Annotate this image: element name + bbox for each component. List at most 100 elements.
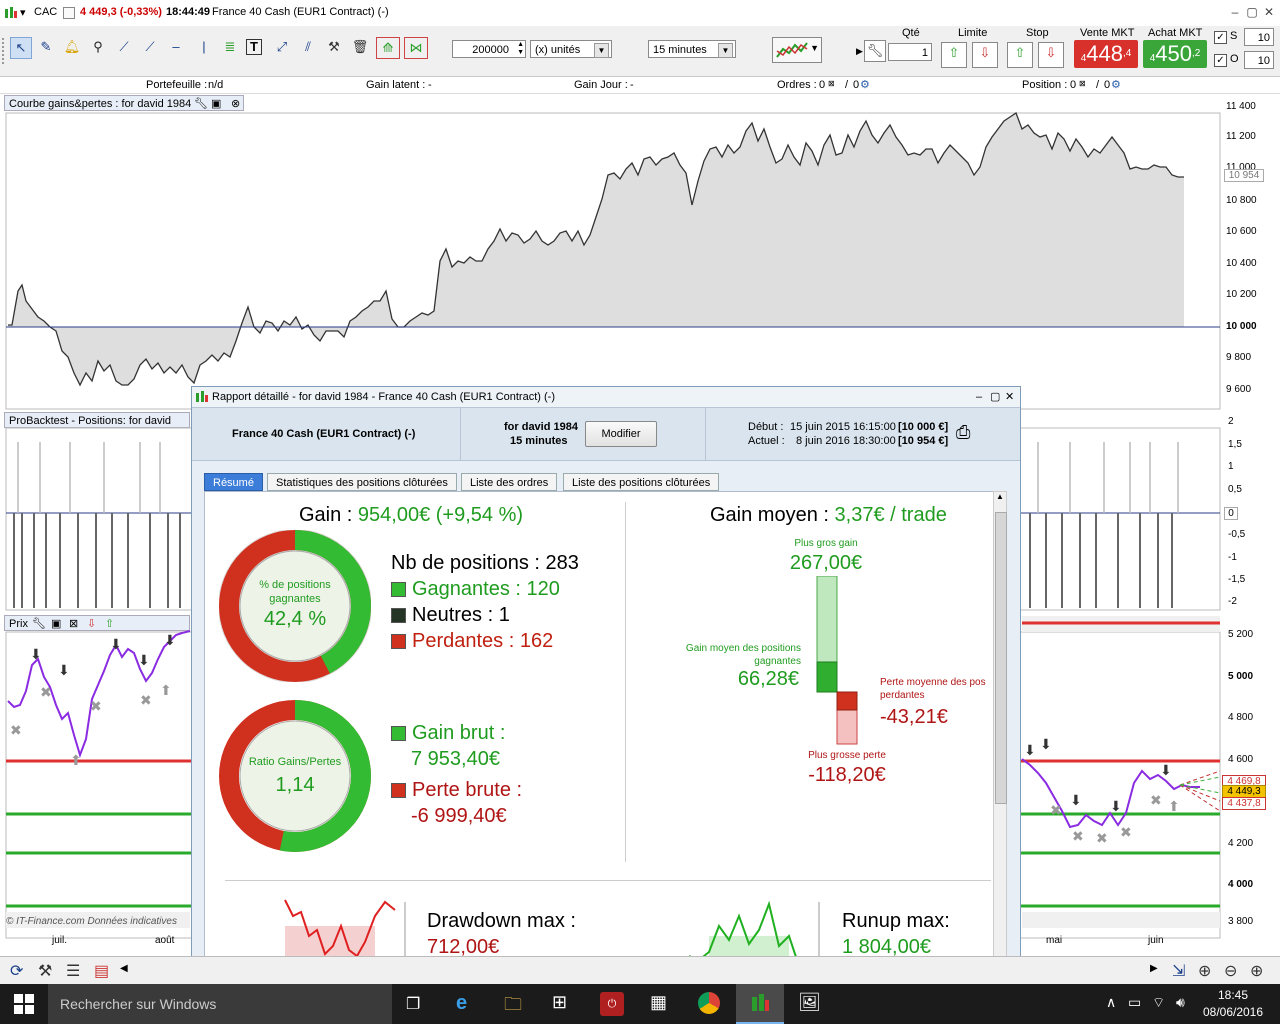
winrate-label-line-1: % de positions [259, 579, 331, 591]
dropdown-icon[interactable]: ▾ [20, 6, 26, 19]
timeframe-select[interactable]: 15 minutes ▼ [648, 40, 736, 58]
minimize-icon[interactable]: – [1228, 5, 1242, 19]
s-label: S [1230, 30, 1238, 42]
maximize-icon[interactable]: ▢ [990, 387, 1000, 407]
vertical-scrollbar[interactable]: ▲ ▼ [993, 491, 1007, 971]
limit-buy-icon[interactable]: ⇧ [941, 42, 967, 68]
panel-arrow-icon[interactable]: ▶ [856, 46, 863, 57]
tools-icon[interactable]: ⚒ [38, 961, 52, 981]
limit-sell-icon[interactable]: ⇩ [972, 42, 998, 68]
photos-icon[interactable]: 🖼︎ [798, 992, 821, 1013]
chevron-down-icon[interactable]: ▼ [810, 43, 819, 53]
scroll-up-icon[interactable]: ▲ [996, 492, 1004, 501]
expand-icon[interactable]: ⊠ [828, 79, 835, 88]
report-window: Rapport détaillé - for david 1984 - Fran… [191, 386, 1021, 984]
cursor-icon[interactable]: ↖ [10, 37, 32, 59]
triangle-tool-icon[interactable]: ⋈ [404, 37, 428, 59]
checkbox[interactable] [63, 7, 75, 19]
position-label: Position : [1022, 79, 1068, 91]
gear-icon[interactable]: ⚙ [860, 78, 870, 91]
zoom-in-icon[interactable]: ⊕ [1250, 961, 1263, 981]
winrate-value: 42,4 % [263, 608, 327, 630]
qte-value: 1 [921, 47, 928, 59]
indicators-icon[interactable]: ▤ [94, 961, 109, 981]
scroll-left-icon[interactable]: ◀ [120, 963, 128, 974]
chevron-down-icon[interactable]: ▼ [718, 43, 733, 58]
tab-liste-positions[interactable]: Liste des positions clôturées [563, 473, 720, 491]
windows-start-icon[interactable] [14, 994, 34, 1017]
svg-text:✖: ✖ [1096, 830, 1108, 846]
zoom-out-icon[interactable]: ⊖ [1224, 961, 1237, 981]
power-app-icon[interactable]: ⏻ [600, 992, 624, 1016]
tab-resume[interactable]: Résumé [204, 473, 263, 491]
search-placeholder: Rechercher sur Windows [60, 996, 217, 1012]
s-checkbox[interactable]: ✓ [1214, 31, 1227, 44]
modify-button[interactable]: Modifier [585, 421, 657, 447]
wrench-icon[interactable]: 🔧︎ [864, 40, 886, 62]
tab-liste-ordres[interactable]: Liste des ordres [461, 473, 558, 491]
edge-icon[interactable]: e [456, 992, 467, 1015]
vline-tool-icon[interactable]: | [194, 37, 214, 57]
avg-gain-bar [816, 661, 838, 693]
close-icon[interactable]: ✕ [1262, 5, 1276, 19]
network-icon[interactable]: ⌔ [1152, 994, 1165, 1012]
chart-type-button[interactable]: ▼ [772, 37, 822, 63]
printer-icon[interactable]: ⎙ [956, 422, 970, 443]
folder-icon[interactable]: 🗀 [504, 992, 522, 1022]
svg-text:⬇: ⬇ [1040, 736, 1052, 752]
search-box[interactable]: Rechercher sur Windows [48, 984, 392, 1024]
hline-tool-icon[interactable]: – [166, 37, 186, 57]
tab-statistiques[interactable]: Statistiques des positions clôturées [267, 473, 457, 491]
chrome-icon[interactable] [698, 992, 720, 1014]
s-input[interactable]: 10 [1244, 28, 1274, 46]
ruler-icon[interactable]: ✎ [36, 37, 56, 57]
zoom-icon[interactable]: ⚲ [88, 37, 108, 57]
portefeuille-label: Portefeuille : [146, 79, 208, 91]
bell-icon[interactable]: 🔔︎ [62, 37, 82, 57]
store-icon[interactable]: ⊞ [552, 992, 567, 1013]
minimize-icon[interactable]: – [976, 387, 982, 407]
close-icon[interactable]: ✕ [1005, 387, 1014, 407]
qte-input[interactable]: 1 [888, 43, 932, 61]
line-tool-icon[interactable]: ⟋ [114, 37, 134, 57]
zoom-fit-icon[interactable]: ⊕ [1198, 961, 1211, 981]
o-checkbox[interactable]: ✓ [1214, 54, 1227, 67]
volume-icon[interactable]: 🔊︎ [1176, 994, 1185, 1011]
tick-label: -0,5 [1228, 529, 1246, 540]
hammer-icon[interactable]: ⚒ [324, 37, 344, 57]
quantity-input[interactable]: 200000 ▲ ▼ [452, 40, 526, 58]
spinner-icon[interactable]: ▲ ▼ [517, 41, 524, 57]
chevron-down-icon[interactable]: ▼ [594, 43, 609, 58]
calculator-icon[interactable]: ▦ [650, 992, 667, 1013]
prorealtime-taskbar-button[interactable] [736, 984, 784, 1024]
svg-text:⬇: ⬇ [110, 636, 122, 652]
scroll-right-icon[interactable]: ▶ [1150, 963, 1158, 974]
stop-sell-icon[interactable]: ⇩ [1038, 42, 1064, 68]
maximize-icon[interactable]: ▢ [1245, 5, 1259, 19]
fib-tool-icon[interactable]: ≣ [220, 37, 240, 57]
task-view-icon[interactable]: ❐ [406, 994, 420, 1014]
units-select[interactable]: (x) unités ▼ [530, 40, 612, 58]
text-tool-icon[interactable]: T [246, 39, 262, 55]
refresh-icon[interactable]: ⟳ [10, 961, 23, 981]
grip [2, 38, 8, 64]
buy-market-button[interactable]: 4450,2 [1143, 40, 1207, 68]
list-icon[interactable]: ☰ [66, 961, 80, 981]
fit-icon[interactable]: ⇲ [1172, 961, 1185, 981]
tick-label: -2 [1228, 596, 1237, 607]
o-input[interactable]: 10 [1244, 51, 1274, 69]
chevron-up-icon[interactable]: ∧ [1106, 994, 1116, 1011]
stop-buy-icon[interactable]: ⇧ [1007, 42, 1033, 68]
message-icon[interactable]: ▭ [1128, 994, 1141, 1011]
gross-gain-value: 7 953,40€ [411, 748, 500, 770]
arrow-tool-icon[interactable]: ⤢ [272, 37, 292, 57]
gear-icon[interactable]: ⚙ [1111, 78, 1121, 91]
expand-icon[interactable]: ⊠ [1079, 79, 1086, 88]
pattern-tool-icon[interactable]: ⟰ [376, 37, 400, 59]
channel-tool-icon[interactable]: ⫽ [298, 37, 318, 57]
tick-label: 10 800 [1226, 195, 1257, 206]
sell-market-button[interactable]: 4448,4 [1074, 40, 1138, 68]
scroll-thumb[interactable] [995, 512, 1007, 804]
trash-icon[interactable]: 🗑︎ [350, 37, 370, 57]
ray-tool-icon[interactable]: ⟋ [140, 37, 160, 57]
